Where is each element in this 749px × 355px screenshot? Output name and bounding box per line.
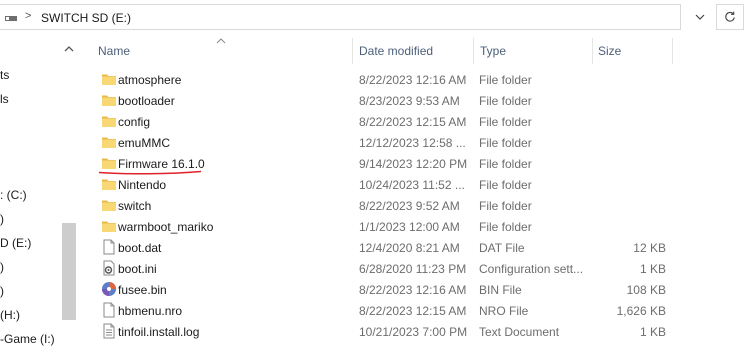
folder-icon [101,71,117,87]
file-date-modified: 8/22/2023 12:16 AM [359,73,467,87]
column-header-name[interactable]: Name [98,44,130,58]
file-icon [101,239,117,255]
file-type: File folder [479,157,532,171]
column-header-size[interactable]: Size [598,44,621,58]
file-name: switch [118,199,152,213]
file-date-modified: 6/28/2020 11:23 PM [359,262,467,276]
column-divider[interactable] [672,38,673,64]
file-size: 1 KB [639,262,666,276]
sort-ascending-icon [216,38,226,44]
file-type: Text Document [479,325,560,339]
file-name: fusee.bin [118,283,167,297]
column-divider[interactable] [592,38,593,64]
nav-item[interactable]: ls [0,92,9,106]
file-row[interactable]: tinfoil.install.log 10/21/2023 7:00 PM Tex… [97,321,673,342]
file-type: NRO File [479,304,529,318]
column-divider[interactable] [352,38,353,64]
scroll-up-arrow-icon[interactable] [62,43,76,55]
file-type: File folder [479,115,532,129]
nav-item[interactable]: ) [0,260,4,274]
file-row[interactable]: bootloader 8/23/2023 9:53 AM File folder [97,90,673,111]
nav-item-drive-i[interactable]: -Game (I:) [0,332,55,346]
nav-item[interactable]: ts [0,68,9,82]
folder-icon [101,218,117,234]
file-name: Nintendo [118,178,167,192]
column-header-type[interactable]: Type [480,44,506,58]
folder-icon [101,113,117,129]
file-type: DAT File [479,241,525,255]
file-row[interactable]: boot.ini 6/28/2020 11:23 PM Configuration … [97,258,673,279]
file-row[interactable]: atmosphere 8/22/2023 12:16 AM File folder [97,69,673,90]
breadcrumb-separator-icon: > [25,10,32,22]
disc-image-icon [101,281,117,297]
folder-icon [101,92,117,108]
nav-item[interactable]: ) [0,212,4,226]
file-date-modified: 9/14/2023 12:20 PM [359,157,468,171]
file-date-modified: 1/1/2023 12:00 AM [359,220,460,234]
file-date-modified: 8/22/2023 9:52 AM [359,199,460,213]
file-type: File folder [479,73,532,87]
nav-item-drive-h[interactable]: (H:) [0,308,20,322]
file-row[interactable]: fusee.bin 8/22/2023 12:16 AM BIN File 108 K… [97,279,673,300]
config-file-icon [101,260,117,276]
nav-item-drive-c[interactable]: : (C:) [0,188,27,202]
file-name: Firmware 16.1.0 [118,157,205,171]
nav-item[interactable]: ) [0,284,4,298]
file-size: 108 KB [626,283,666,297]
navigation-scrollbar-thumb[interactable] [62,223,76,320]
file-row[interactable]: warmboot_mariko 1/1/2023 12:00 AM File fol… [97,216,673,237]
folder-icon [101,197,117,213]
file-type: BIN File [479,283,522,297]
file-name: tinfoil.install.log [118,325,200,339]
file-date-modified: 10/21/2023 7:00 PM [359,325,468,339]
file-name: atmosphere [118,73,182,87]
red-underline-annotation [98,170,202,175]
column-header-date-modified[interactable]: Date modified [359,44,433,58]
address-box[interactable]: > SWITCH SD (E:) [0,4,681,30]
refresh-button[interactable] [716,4,744,30]
file-date-modified: 8/22/2023 12:16 AM [359,283,467,297]
file-type: File folder [479,220,532,234]
file-name: bootloader [118,94,175,108]
file-name: boot.dat [118,241,162,255]
chevron-down-icon [695,14,705,20]
file-name: emuMMC [118,136,171,150]
file-icon [101,302,117,318]
file-type: File folder [479,136,532,150]
file-name: warmboot_mariko [118,220,214,234]
file-row[interactable]: hbmenu.nro 8/22/2023 12:15 AM NRO File 1,62… [97,300,673,321]
file-size: 1 KB [639,325,666,339]
file-size: 12 KB [633,241,666,255]
file-row[interactable]: config 8/22/2023 12:15 AM File folder [97,111,673,132]
file-row[interactable]: Nintendo 10/24/2023 11:52 ... File folder [97,174,673,195]
file-name: boot.ini [118,262,157,276]
file-type: File folder [479,94,532,108]
file-date-modified: 8/23/2023 9:53 AM [359,94,460,108]
address-bar: > SWITCH SD (E:) [0,0,749,35]
breadcrumb-current-location[interactable]: SWITCH SD (E:) [41,11,131,25]
file-row[interactable]: switch 8/22/2023 9:52 AM File folder [97,195,673,216]
file-row[interactable]: emuMMC 12/12/2023 12:58 ... File folder [97,132,673,153]
file-type: File folder [479,178,532,192]
refresh-icon [725,11,735,22]
folder-icon [101,134,117,150]
column-divider[interactable] [473,38,474,64]
file-name: config [118,115,151,129]
file-name: hbmenu.nro [118,304,183,318]
file-date-modified: 8/22/2023 12:15 AM [359,304,467,318]
drive-icon [5,16,17,21]
file-date-modified: 12/12/2023 12:58 ... [359,136,466,150]
folder-icon [101,155,117,171]
file-type: Configuration sett... [479,262,584,276]
nav-item-drive-e[interactable]: D (E:) [0,236,31,250]
text-file-icon [101,323,117,339]
file-date-modified: 8/22/2023 12:15 AM [359,115,467,129]
file-size: 1,626 KB [616,304,666,318]
address-dropdown-button[interactable] [690,4,710,30]
file-type: File folder [479,199,532,213]
file-date-modified: 12/4/2020 8:21 AM [359,241,460,255]
file-row[interactable]: boot.dat 12/4/2020 8:21 AM DAT File 12 KB [97,237,673,258]
folder-icon [101,176,117,192]
file-date-modified: 10/24/2023 11:52 ... [359,178,465,192]
